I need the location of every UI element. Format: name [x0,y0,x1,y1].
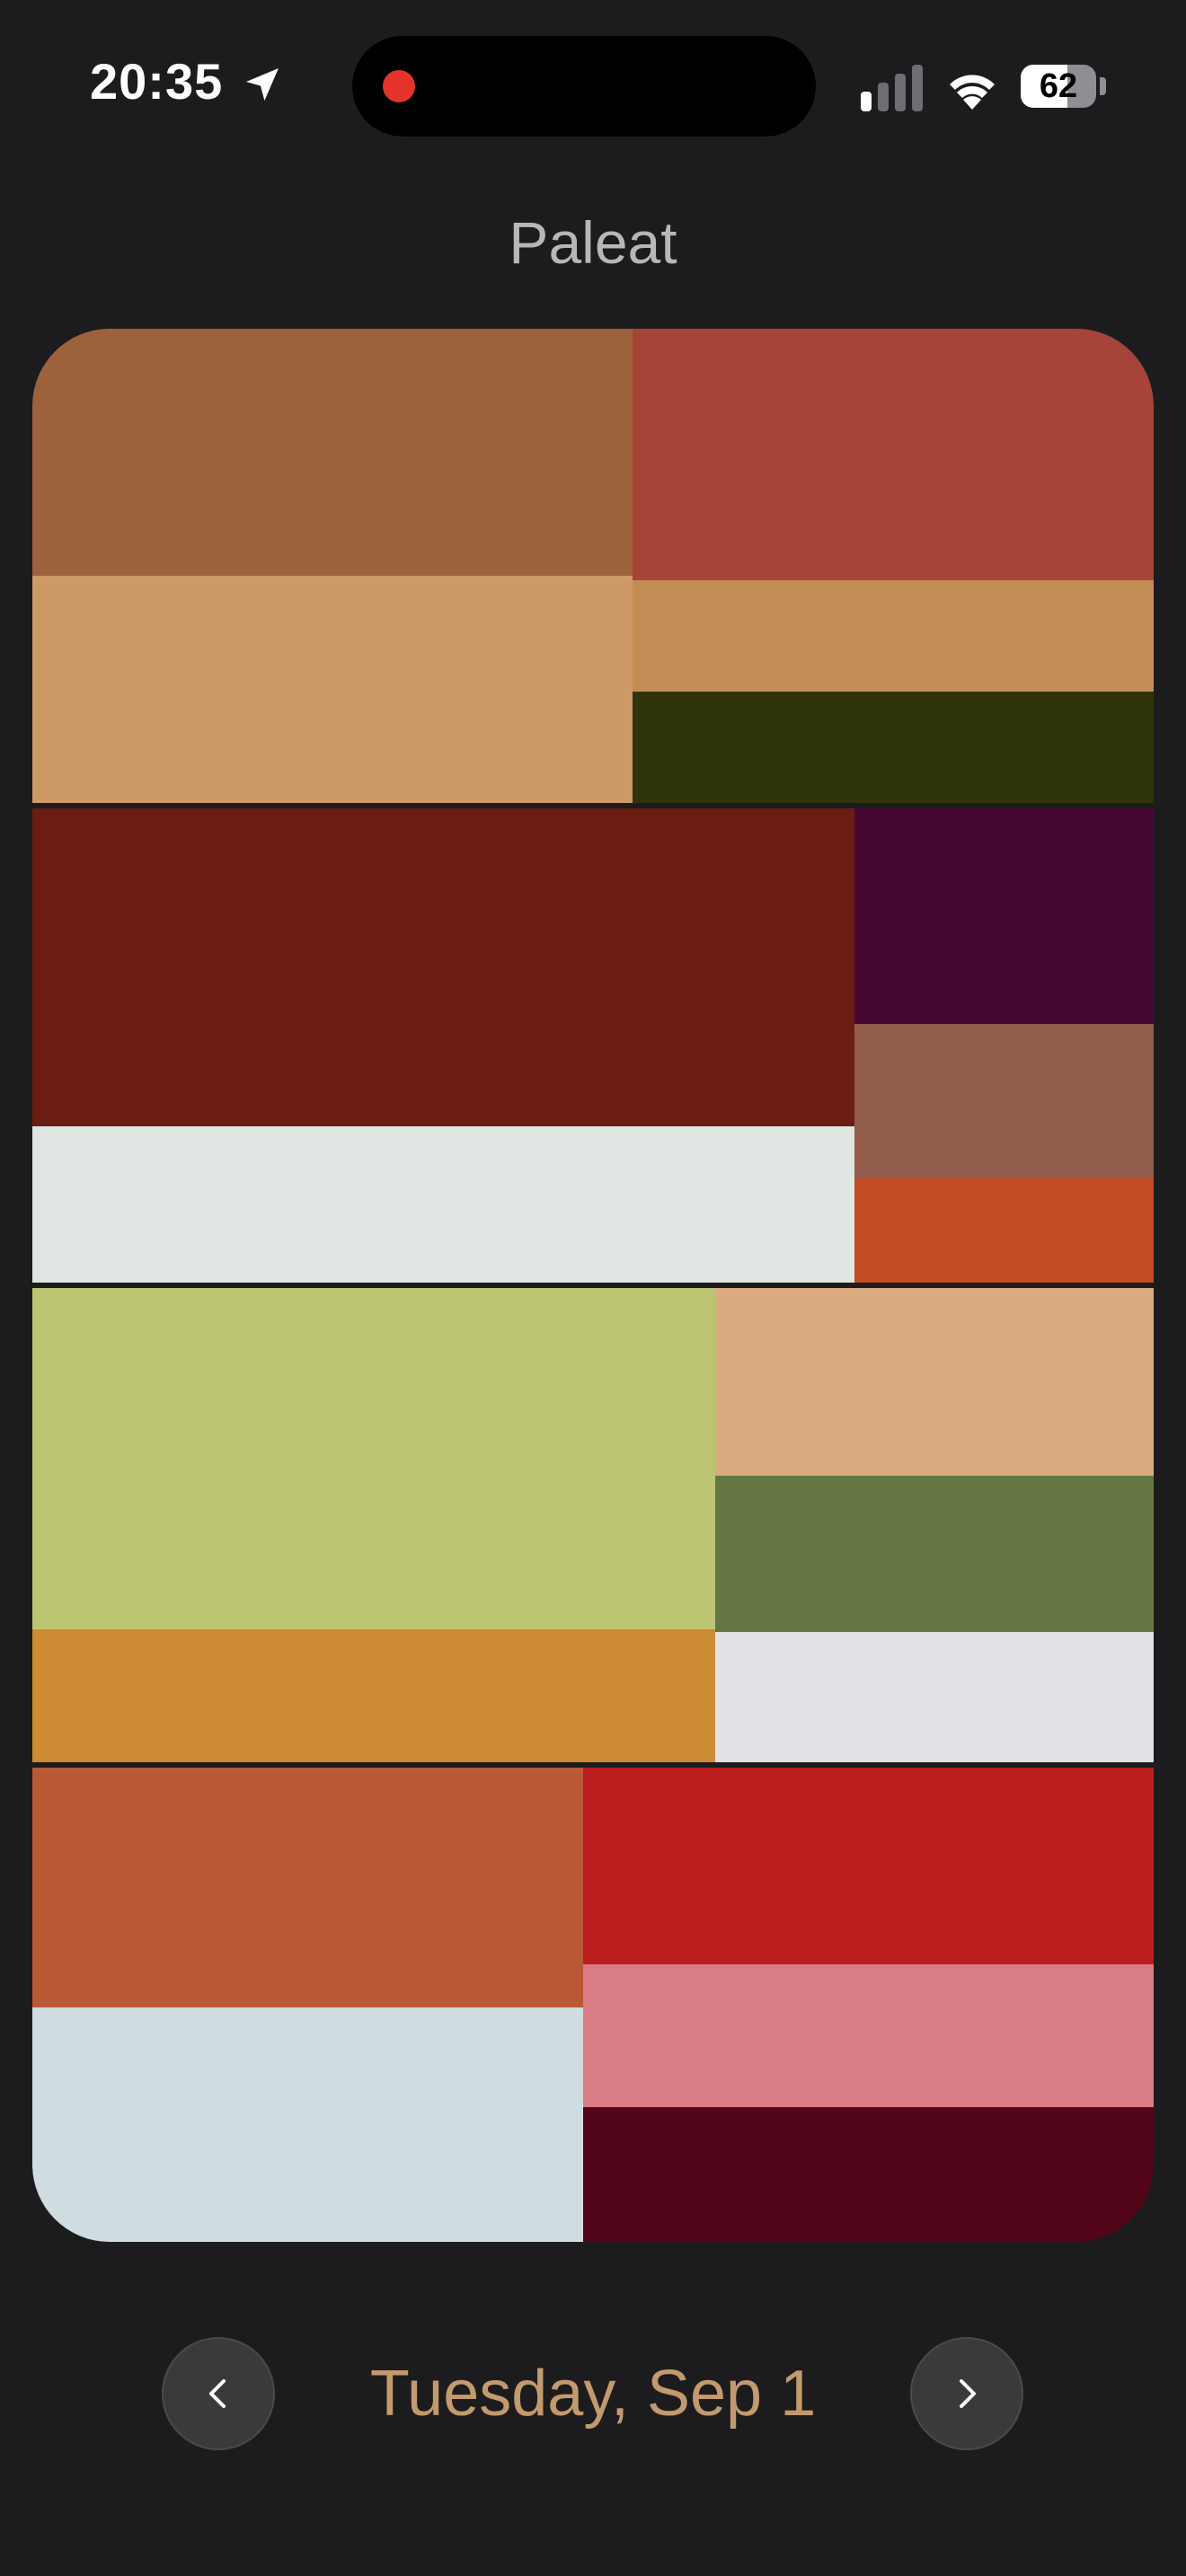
chevron-left-icon [209,2379,226,2408]
color-swatch[interactable] [32,575,633,804]
location-arrow-icon [246,68,279,101]
battery-indicator: 62 [1021,65,1096,108]
palette-column [854,808,1154,1284]
palette-column [582,1768,1154,2242]
previous-day-button[interactable] [162,2337,275,2450]
color-swatch[interactable] [854,808,1154,1025]
palette-column [32,1768,583,2242]
chevron-right-icon [960,2379,976,2408]
color-swatch[interactable] [32,808,854,1127]
color-swatch[interactable] [32,1768,583,2008]
app-title: Paleat [509,209,677,276]
color-swatch[interactable] [632,579,1154,693]
palette-column [715,1288,1154,1763]
palette-row-1[interactable] [32,329,1154,804]
color-swatch[interactable] [32,2007,583,2242]
cellular-signal-icon [861,65,923,111]
color-swatch[interactable] [582,1768,1154,1965]
color-swatch[interactable] [854,1178,1154,1284]
palette-row-4[interactable] [32,1768,1154,2242]
palette-row-3[interactable] [32,1288,1154,1763]
color-swatch[interactable] [582,2106,1154,2242]
status-bar: 20:35 62 [0,0,1186,171]
wifi-icon [950,75,995,110]
color-swatch[interactable] [715,1475,1154,1633]
dynamic-island [352,36,816,137]
color-swatch[interactable] [32,1125,854,1284]
status-time: 20:35 [90,53,224,110]
color-swatch[interactable] [715,1288,1154,1477]
color-swatch[interactable] [32,1288,716,1630]
color-swatch[interactable] [582,1964,1154,2107]
color-swatch[interactable] [32,329,633,577]
color-swatch[interactable] [854,1024,1154,1179]
current-date: Tuesday, Sep 1 [369,2358,817,2430]
color-swatch[interactable] [32,1629,716,1763]
palette-column [32,808,854,1284]
recording-indicator [383,70,415,102]
battery-percent: 62 [1039,66,1078,105]
next-day-button[interactable] [910,2337,1023,2450]
battery-cap [1100,77,1106,95]
palette-column [632,329,1154,804]
color-swatch[interactable] [632,691,1154,804]
palette-row-2[interactable] [32,808,1154,1284]
palette-column [32,1288,716,1763]
color-swatch[interactable] [715,1631,1154,1763]
palette-column [32,329,633,804]
palette-grid[interactable] [32,329,1154,2242]
color-swatch[interactable] [632,329,1154,581]
